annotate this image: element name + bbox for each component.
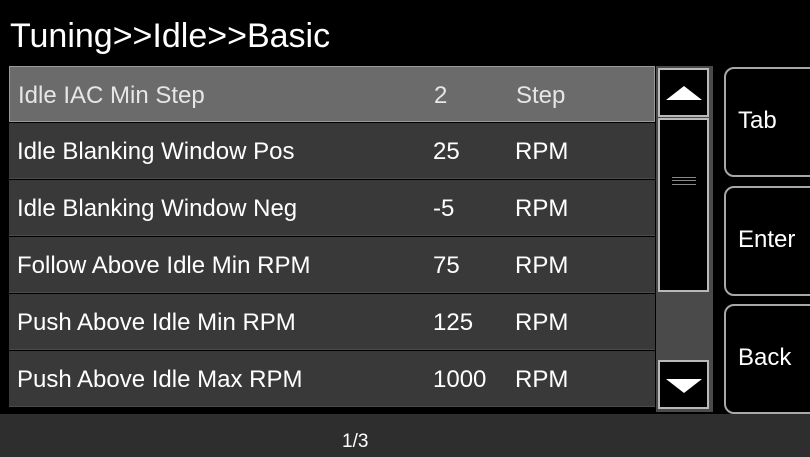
scrollbar[interactable] [656,66,713,412]
param-name: Push Above Idle Max RPM [17,366,303,393]
arrow-up-icon [666,86,702,100]
page-title: Tuning>>Idle>>Basic [10,17,331,55]
page-indicator: 1/3 [342,431,369,452]
param-value: 75 [433,252,460,279]
param-value: -5 [433,195,455,222]
enter-button-label: Enter [738,226,796,253]
param-value: 1000 [433,366,487,393]
footer-bar: 1/3 [0,414,810,457]
param-name: Push Above Idle Min RPM [17,309,296,336]
list-item[interactable]: Idle Blanking Window Neg -5 RPM [9,180,655,236]
param-name: Follow Above Idle Min RPM [17,252,311,279]
param-value: 25 [433,138,460,165]
back-button-label: Back [738,344,792,371]
param-name: Idle Blanking Window Pos [17,138,295,165]
param-value: 125 [433,309,474,336]
list-item[interactable]: Push Above Idle Min RPM 125 RPM [9,294,655,350]
list-item[interactable]: Follow Above Idle Min RPM 75 RPM [9,237,655,293]
param-name: Idle Blanking Window Neg [17,195,298,222]
list-item[interactable]: Idle Blanking Window Pos 25 RPM [9,123,655,179]
tab-button-label: Tab [738,107,777,134]
param-unit: RPM [515,366,569,393]
param-unit: Step [516,82,566,109]
arrow-down-icon [666,379,702,393]
list-item[interactable]: Push Above Idle Max RPM 1000 RPM [9,351,655,407]
enter-button[interactable]: Enter [724,186,810,296]
tab-button[interactable]: Tab [724,67,810,177]
grip-icon [672,177,696,185]
param-unit: RPM [515,252,569,279]
param-unit: RPM [515,138,569,165]
param-value: 2 [434,82,448,109]
param-unit: RPM [515,195,569,222]
scrollbar-thumb[interactable] [658,118,709,292]
scroll-up-button[interactable] [658,68,709,117]
param-name: Idle IAC Min Step [18,82,205,109]
list-item[interactable]: Idle IAC Min Step 2 Step [9,66,655,122]
scroll-down-button[interactable] [658,360,709,409]
back-button[interactable]: Back [724,304,810,414]
parameter-list: Idle IAC Min Step 2 Step Idle Blanking W… [9,66,655,410]
param-unit: RPM [515,309,569,336]
